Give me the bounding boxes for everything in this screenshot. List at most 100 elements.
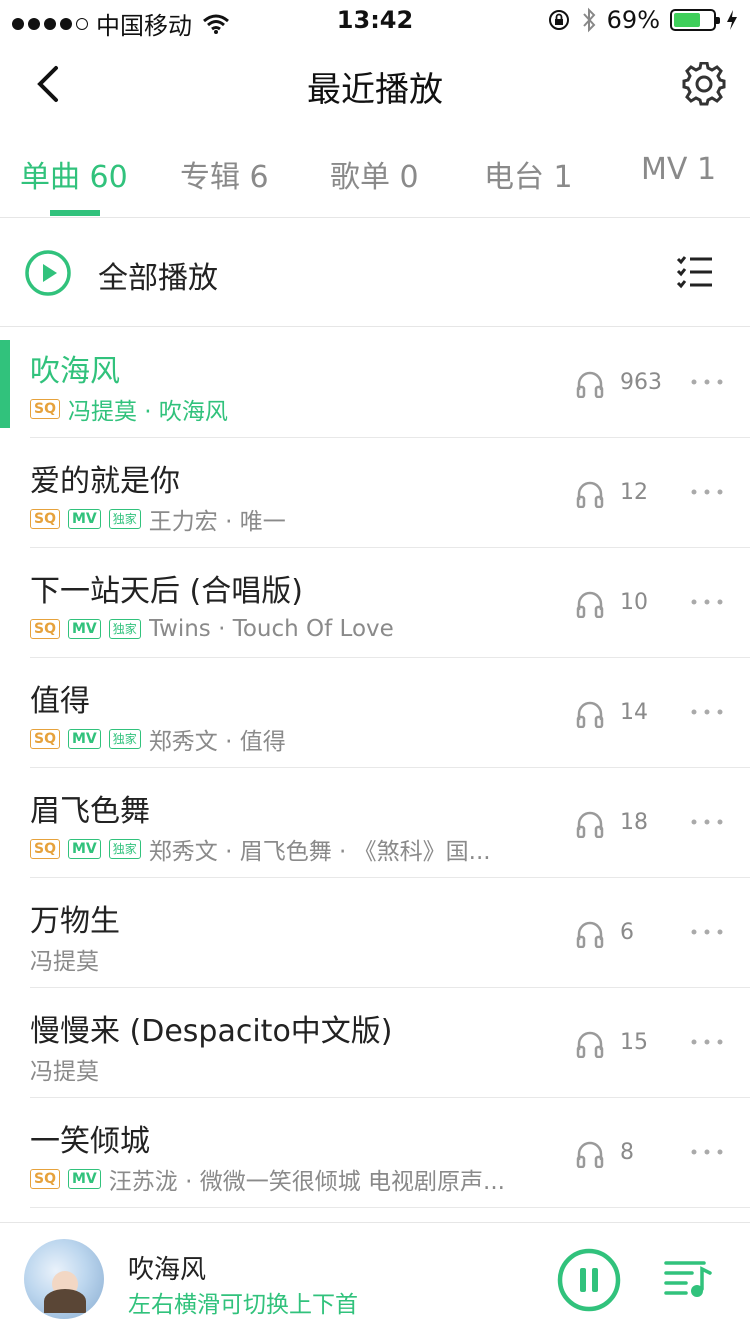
mv-badge: MV <box>67 1169 101 1189</box>
mv-badge: MV <box>67 839 101 859</box>
song-title[interactable]: 一笑倾城 <box>30 1116 150 1160</box>
song-artist-album: 郑秀文 · 眉飞色舞 · 《煞科》国... <box>148 839 491 864</box>
song-row[interactable]: 眉飞色舞 SQ MV 独家 郑秀文 · 眉飞色舞 · 《煞科》国... 18 <box>0 768 750 878</box>
headphones-icon <box>576 371 604 398</box>
album-art[interactable] <box>24 1239 104 1319</box>
sq-badge: SQ <box>30 619 60 639</box>
nav-bar: 最近播放 <box>0 40 750 128</box>
exclusive-badge: 独家 <box>108 839 141 859</box>
player-hint: 左右横滑可切换上下首 <box>128 1292 358 1318</box>
play-circle-icon[interactable] <box>24 249 72 297</box>
song-artist-album: Twins · Touch Of Love <box>148 616 394 642</box>
sq-badge: SQ <box>30 839 60 859</box>
song-subtitle: SQ MV 独家 王力宏 · 唯一 <box>30 504 286 534</box>
song-row[interactable]: 爱的就是你 SQ MV 独家 王力宏 · 唯一 12 <box>0 438 750 548</box>
tab-albums[interactable]: 专辑 6 <box>180 152 269 196</box>
status-right: 69% <box>547 6 738 34</box>
song-title[interactable]: 眉飞色舞 <box>30 786 150 830</box>
play-count: 10 <box>620 590 648 615</box>
exclusive-badge: 独家 <box>108 729 141 749</box>
song-title[interactable]: 值得 <box>30 676 90 720</box>
song-subtitle: SQ MV 汪苏泷 · 微微一笑很倾城 电视剧原声... <box>30 1164 505 1194</box>
play-count: 6 <box>620 920 634 945</box>
song-row[interactable]: 下一站天后 (合唱版) SQ MV 独家 Twins · Touch Of Love 10 <box>0 548 750 658</box>
sq-badge: SQ <box>30 729 60 749</box>
song-subtitle: 冯提莫 <box>30 1054 99 1084</box>
sq-badge: SQ <box>30 399 60 419</box>
song-subtitle: SQ MV 独家 Twins · Touch Of Love <box>30 614 394 644</box>
song-artist-album: 郑秀文 · 值得 <box>148 729 286 754</box>
battery-fill <box>674 13 701 27</box>
gear-icon[interactable] <box>682 62 726 106</box>
song-title[interactable]: 下一站天后 (合唱版) <box>30 566 303 610</box>
battery-percent: 69% <box>606 6 660 34</box>
mv-badge: MV <box>67 509 101 529</box>
exclusive-badge: 独家 <box>108 619 141 639</box>
song-artist-album: 王力宏 · 唯一 <box>148 509 286 534</box>
play-count: 15 <box>620 1030 648 1055</box>
song-artist-album: 冯提莫 <box>30 1059 99 1084</box>
song-title[interactable]: 吹海风 <box>30 346 120 390</box>
song-title[interactable]: 爱的就是你 <box>30 456 180 500</box>
active-tab-indicator <box>50 210 100 216</box>
exclusive-badge: 独家 <box>108 509 141 529</box>
more-options-icon[interactable] <box>690 378 724 386</box>
tab-radio[interactable]: 电台 1 <box>484 152 573 196</box>
bluetooth-icon <box>582 7 596 33</box>
more-options-icon[interactable] <box>690 598 724 606</box>
headphones-icon <box>576 481 604 508</box>
song-subtitle: SQ 冯提莫 · 吹海风 <box>30 394 228 424</box>
play-all-label[interactable]: 全部播放 <box>98 253 218 297</box>
charging-icon <box>727 10 737 30</box>
battery-icon <box>670 9 720 31</box>
mv-badge: MV <box>67 729 101 749</box>
play-count: 8 <box>620 1140 634 1165</box>
album-art-hair <box>44 1289 86 1313</box>
category-tabs: 单曲 60 专辑 6 歌单 0 电台 1 MV 1 <box>0 128 750 218</box>
play-all-row[interactable]: 全部播放 <box>0 219 750 327</box>
headphones-icon <box>576 811 604 838</box>
sq-badge: SQ <box>30 509 60 529</box>
headphones-icon <box>576 591 604 618</box>
headphones-icon <box>576 1141 604 1168</box>
status-bar: 中国移动 13:42 69% <box>0 0 750 40</box>
song-subtitle: SQ MV 独家 郑秀文 · 值得 <box>30 724 286 754</box>
song-subtitle: 冯提莫 <box>30 944 99 974</box>
headphones-icon <box>576 921 604 948</box>
song-row[interactable]: 万物生冯提莫 6 <box>0 878 750 988</box>
more-options-icon[interactable] <box>690 818 724 826</box>
more-options-icon[interactable] <box>690 1038 724 1046</box>
song-subtitle: SQ MV 独家 郑秀文 · 眉飞色舞 · 《煞科》国... <box>30 834 491 864</box>
song-row[interactable]: 慢慢来 (Despacito中文版) 冯提莫 15 <box>0 988 750 1098</box>
headphones-icon <box>576 1031 604 1058</box>
song-artist-album: 冯提莫 · 吹海风 <box>67 399 228 424</box>
mini-player[interactable]: 吹海风 左右横滑可切换上下首 <box>0 1222 750 1334</box>
now-playing-indicator <box>0 340 10 428</box>
tab-singles[interactable]: 单曲 60 <box>20 152 128 196</box>
player-song-title: 吹海风 <box>128 1255 207 1285</box>
tab-playlists[interactable]: 歌单 0 <box>330 152 419 196</box>
play-count: 14 <box>620 700 648 725</box>
play-count: 18 <box>620 810 648 835</box>
more-options-icon[interactable] <box>690 708 724 716</box>
song-title[interactable]: 慢慢来 (Despacito中文版) <box>30 1006 393 1050</box>
song-list: 吹海风 SQ 冯提莫 · 吹海风 963 爱的就是你 SQ MV 独家 王力宏 · 唯一 12 下一… <box>0 328 750 1208</box>
sq-badge: SQ <box>30 1169 60 1189</box>
song-artist-album: 冯提莫 <box>30 949 99 974</box>
pause-circle-icon[interactable] <box>556 1247 622 1313</box>
playlist-icon[interactable] <box>664 1257 712 1301</box>
tab-mv[interactable]: MV 1 <box>641 152 716 187</box>
song-row[interactable]: 值得 SQ MV 独家 郑秀文 · 值得 14 <box>0 658 750 768</box>
more-options-icon[interactable] <box>690 928 724 936</box>
song-row[interactable]: 一笑倾城 SQ MV 汪苏泷 · 微微一笑很倾城 电视剧原声... 8 <box>0 1098 750 1208</box>
play-count: 963 <box>620 370 662 395</box>
song-title[interactable]: 万物生 <box>30 896 120 940</box>
song-artist-album: 汪苏泷 · 微微一笑很倾城 电视剧原声... <box>108 1169 505 1194</box>
multi-select-list-icon[interactable] <box>676 255 714 291</box>
song-row[interactable]: 吹海风 SQ 冯提莫 · 吹海风 963 <box>0 328 750 438</box>
play-count: 12 <box>620 480 648 505</box>
more-options-icon[interactable] <box>690 1148 724 1156</box>
page-title: 最近播放 <box>307 70 443 110</box>
mv-badge: MV <box>67 619 101 639</box>
more-options-icon[interactable] <box>690 488 724 496</box>
